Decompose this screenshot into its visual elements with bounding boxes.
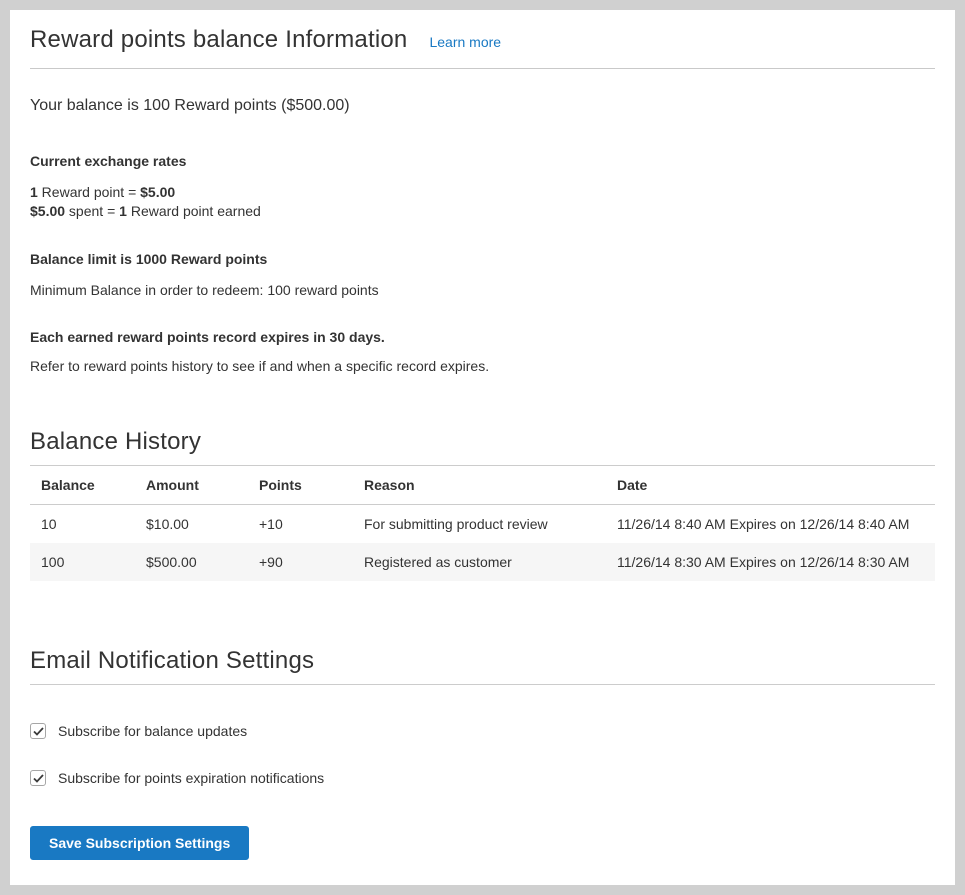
minimum-balance-text: Minimum Balance in order to redeem: 100 …: [30, 282, 935, 298]
learn-more-link[interactable]: Learn more: [429, 34, 501, 50]
cell-reason: Registered as customer: [353, 543, 606, 581]
cell-amount: $500.00: [135, 543, 248, 581]
column-header-amount: Amount: [135, 466, 248, 505]
balance-history-title: Balance History: [30, 428, 935, 466]
table-row: 10 $10.00 +10 For submitting product rev…: [30, 505, 935, 544]
cell-points: +90: [248, 543, 353, 581]
balance-summary: Your balance is 100 Reward points ($500.…: [30, 97, 935, 115]
cell-amount: $10.00: [135, 505, 248, 544]
cell-points: +10: [248, 505, 353, 544]
column-header-date: Date: [606, 466, 935, 505]
cell-date: 11/26/14 8:40 AM Expires on 12/26/14 8:4…: [606, 505, 935, 544]
page-title: Reward points balance Information: [30, 26, 407, 54]
page-header: Reward points balance Information Learn …: [30, 26, 935, 69]
column-header-points: Points: [248, 466, 353, 505]
reward-points-panel: Reward points balance Information Learn …: [10, 10, 955, 885]
balance-history-table: Balance Amount Points Reason Date 10 $10…: [30, 466, 935, 581]
cell-date: 11/26/14 8:30 AM Expires on 12/26/14 8:3…: [606, 543, 935, 581]
exchange-rates-heading: Current exchange rates: [30, 153, 935, 169]
subscribe-balance-checkbox[interactable]: [30, 723, 46, 739]
exchange-rates: 1 Reward point = $5.00 $5.00 spent = 1 R…: [30, 183, 935, 221]
column-header-balance: Balance: [30, 466, 135, 505]
exchange-rate-line-2: $5.00 spent = 1 Reward point earned: [30, 202, 935, 221]
cell-balance: 10: [30, 505, 135, 544]
subscribe-balance-row: Subscribe for balance updates: [30, 723, 935, 739]
subscribe-balance-label: Subscribe for balance updates: [58, 723, 247, 739]
expiration-note: Refer to reward points history to see if…: [30, 358, 935, 374]
balance-limit-text: Balance limit is 1000 Reward points: [30, 251, 935, 267]
column-header-reason: Reason: [353, 466, 606, 505]
table-row: 100 $500.00 +90 Registered as customer 1…: [30, 543, 935, 581]
exchange-rate-line-1: 1 Reward point = $5.00: [30, 183, 935, 202]
subscribe-expiration-checkbox[interactable]: [30, 770, 46, 786]
checkmark-icon: [33, 727, 44, 736]
checkmark-icon: [33, 774, 44, 783]
subscribe-expiration-row: Subscribe for points expiration notifica…: [30, 770, 935, 786]
expiration-heading: Each earned reward points record expires…: [30, 329, 935, 345]
email-settings-title: Email Notification Settings: [30, 647, 935, 685]
subscribe-expiration-label: Subscribe for points expiration notifica…: [58, 770, 324, 786]
cell-balance: 100: [30, 543, 135, 581]
table-header-row: Balance Amount Points Reason Date: [30, 466, 935, 505]
cell-reason: For submitting product review: [353, 505, 606, 544]
save-subscription-settings-button[interactable]: Save Subscription Settings: [30, 826, 249, 860]
